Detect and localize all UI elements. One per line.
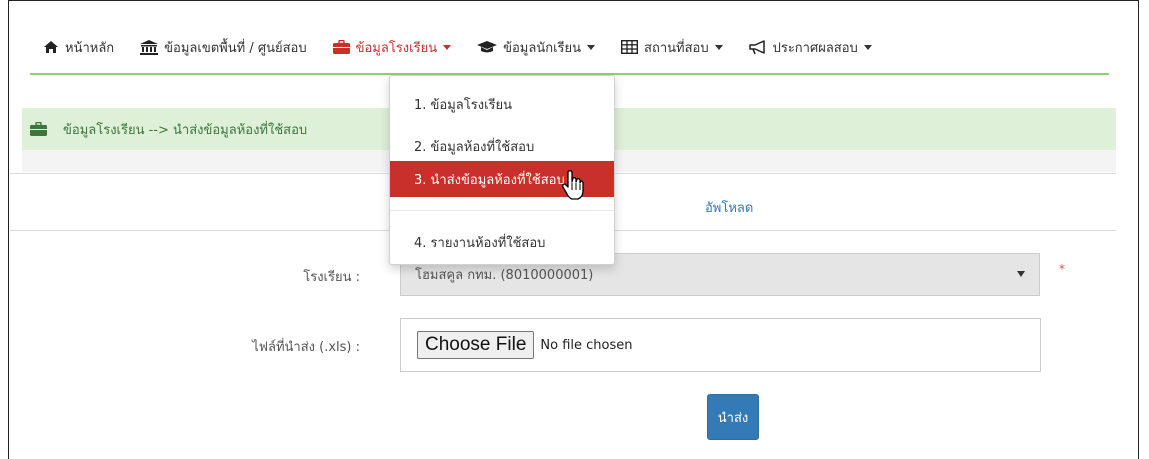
nav-school-info[interactable]: ข้อมูลโรงเรียน	[320, 22, 464, 72]
dropdown-arrow-icon	[1017, 271, 1025, 277]
nav-exam-results[interactable]: ประกาศผลสอบ	[736, 22, 885, 72]
briefcase-icon	[30, 122, 47, 136]
chevron-down-icon	[587, 44, 596, 50]
nav-exam-venue[interactable]: สถานที่สอบ	[608, 22, 736, 72]
nav-area-center-label: ข้อมูลเขตพื้นที่ / ศูนย์สอบ	[164, 40, 307, 56]
file-label: ไฟล์ที่นำส่ง (.xls) :	[252, 340, 360, 355]
chevron-down-icon	[714, 44, 723, 50]
menu-item-exam-rooms[interactable]: 2. ข้อมูลห้องที่ใช้สอบ	[390, 128, 614, 164]
nav-exam-results-label: ประกาศผลสอบ	[772, 40, 858, 56]
hand-cursor-icon	[562, 170, 584, 200]
graduation-cap-icon	[477, 40, 498, 54]
chevron-down-icon	[863, 44, 872, 50]
menu-item-exam-room-report[interactable]: 4. รายงานห้องที่ใช้สอบ	[390, 224, 614, 260]
choose-file-button[interactable]: Choose File	[417, 331, 535, 359]
file-input[interactable]: Choose File No file chosen	[400, 318, 1041, 372]
briefcase-icon	[332, 40, 350, 54]
file-status-text: No file chosen	[540, 337, 633, 353]
main-navbar: หน้าหลัก ข้อมูลเขตพื้นที่ / ศูนย์สอบ ข้อ…	[30, 22, 1109, 72]
home-icon	[43, 40, 59, 54]
nav-area-center[interactable]: ข้อมูลเขตพื้นที่ / ศูนย์สอบ	[127, 22, 319, 72]
school-label: โรงเรียน :	[303, 270, 360, 285]
nav-exam-venue-label: สถานที่สอบ	[644, 40, 709, 56]
tab-upload[interactable]: อัพโหลด	[705, 197, 753, 218]
submit-button[interactable]: นำส่ง	[707, 394, 759, 440]
table-icon	[621, 40, 639, 54]
nav-student-info[interactable]: ข้อมูลนักเรียน	[464, 22, 608, 72]
nav-home-label: หน้าหลัก	[65, 40, 115, 56]
nav-student-info-label: ข้อมูลนักเรียน	[503, 40, 582, 56]
bullhorn-icon	[748, 39, 767, 55]
nav-home[interactable]: หน้าหลัก	[30, 22, 127, 72]
breadcrumb-text: ข้อมูลโรงเรียน --> นำส่งข้อมูลห้องที่ใช้…	[63, 122, 308, 138]
institution-icon	[140, 39, 159, 55]
nav-school-info-label: ข้อมูลโรงเรียน	[355, 40, 438, 56]
chevron-down-icon	[443, 44, 452, 50]
menu-divider	[390, 210, 614, 211]
school-select-value: โฮมสคูล กทม. (8010000001)	[415, 268, 594, 283]
required-mark: *	[1059, 262, 1065, 276]
menu-item-school-info[interactable]: 1. ข้อมูลโรงเรียน	[390, 86, 614, 122]
